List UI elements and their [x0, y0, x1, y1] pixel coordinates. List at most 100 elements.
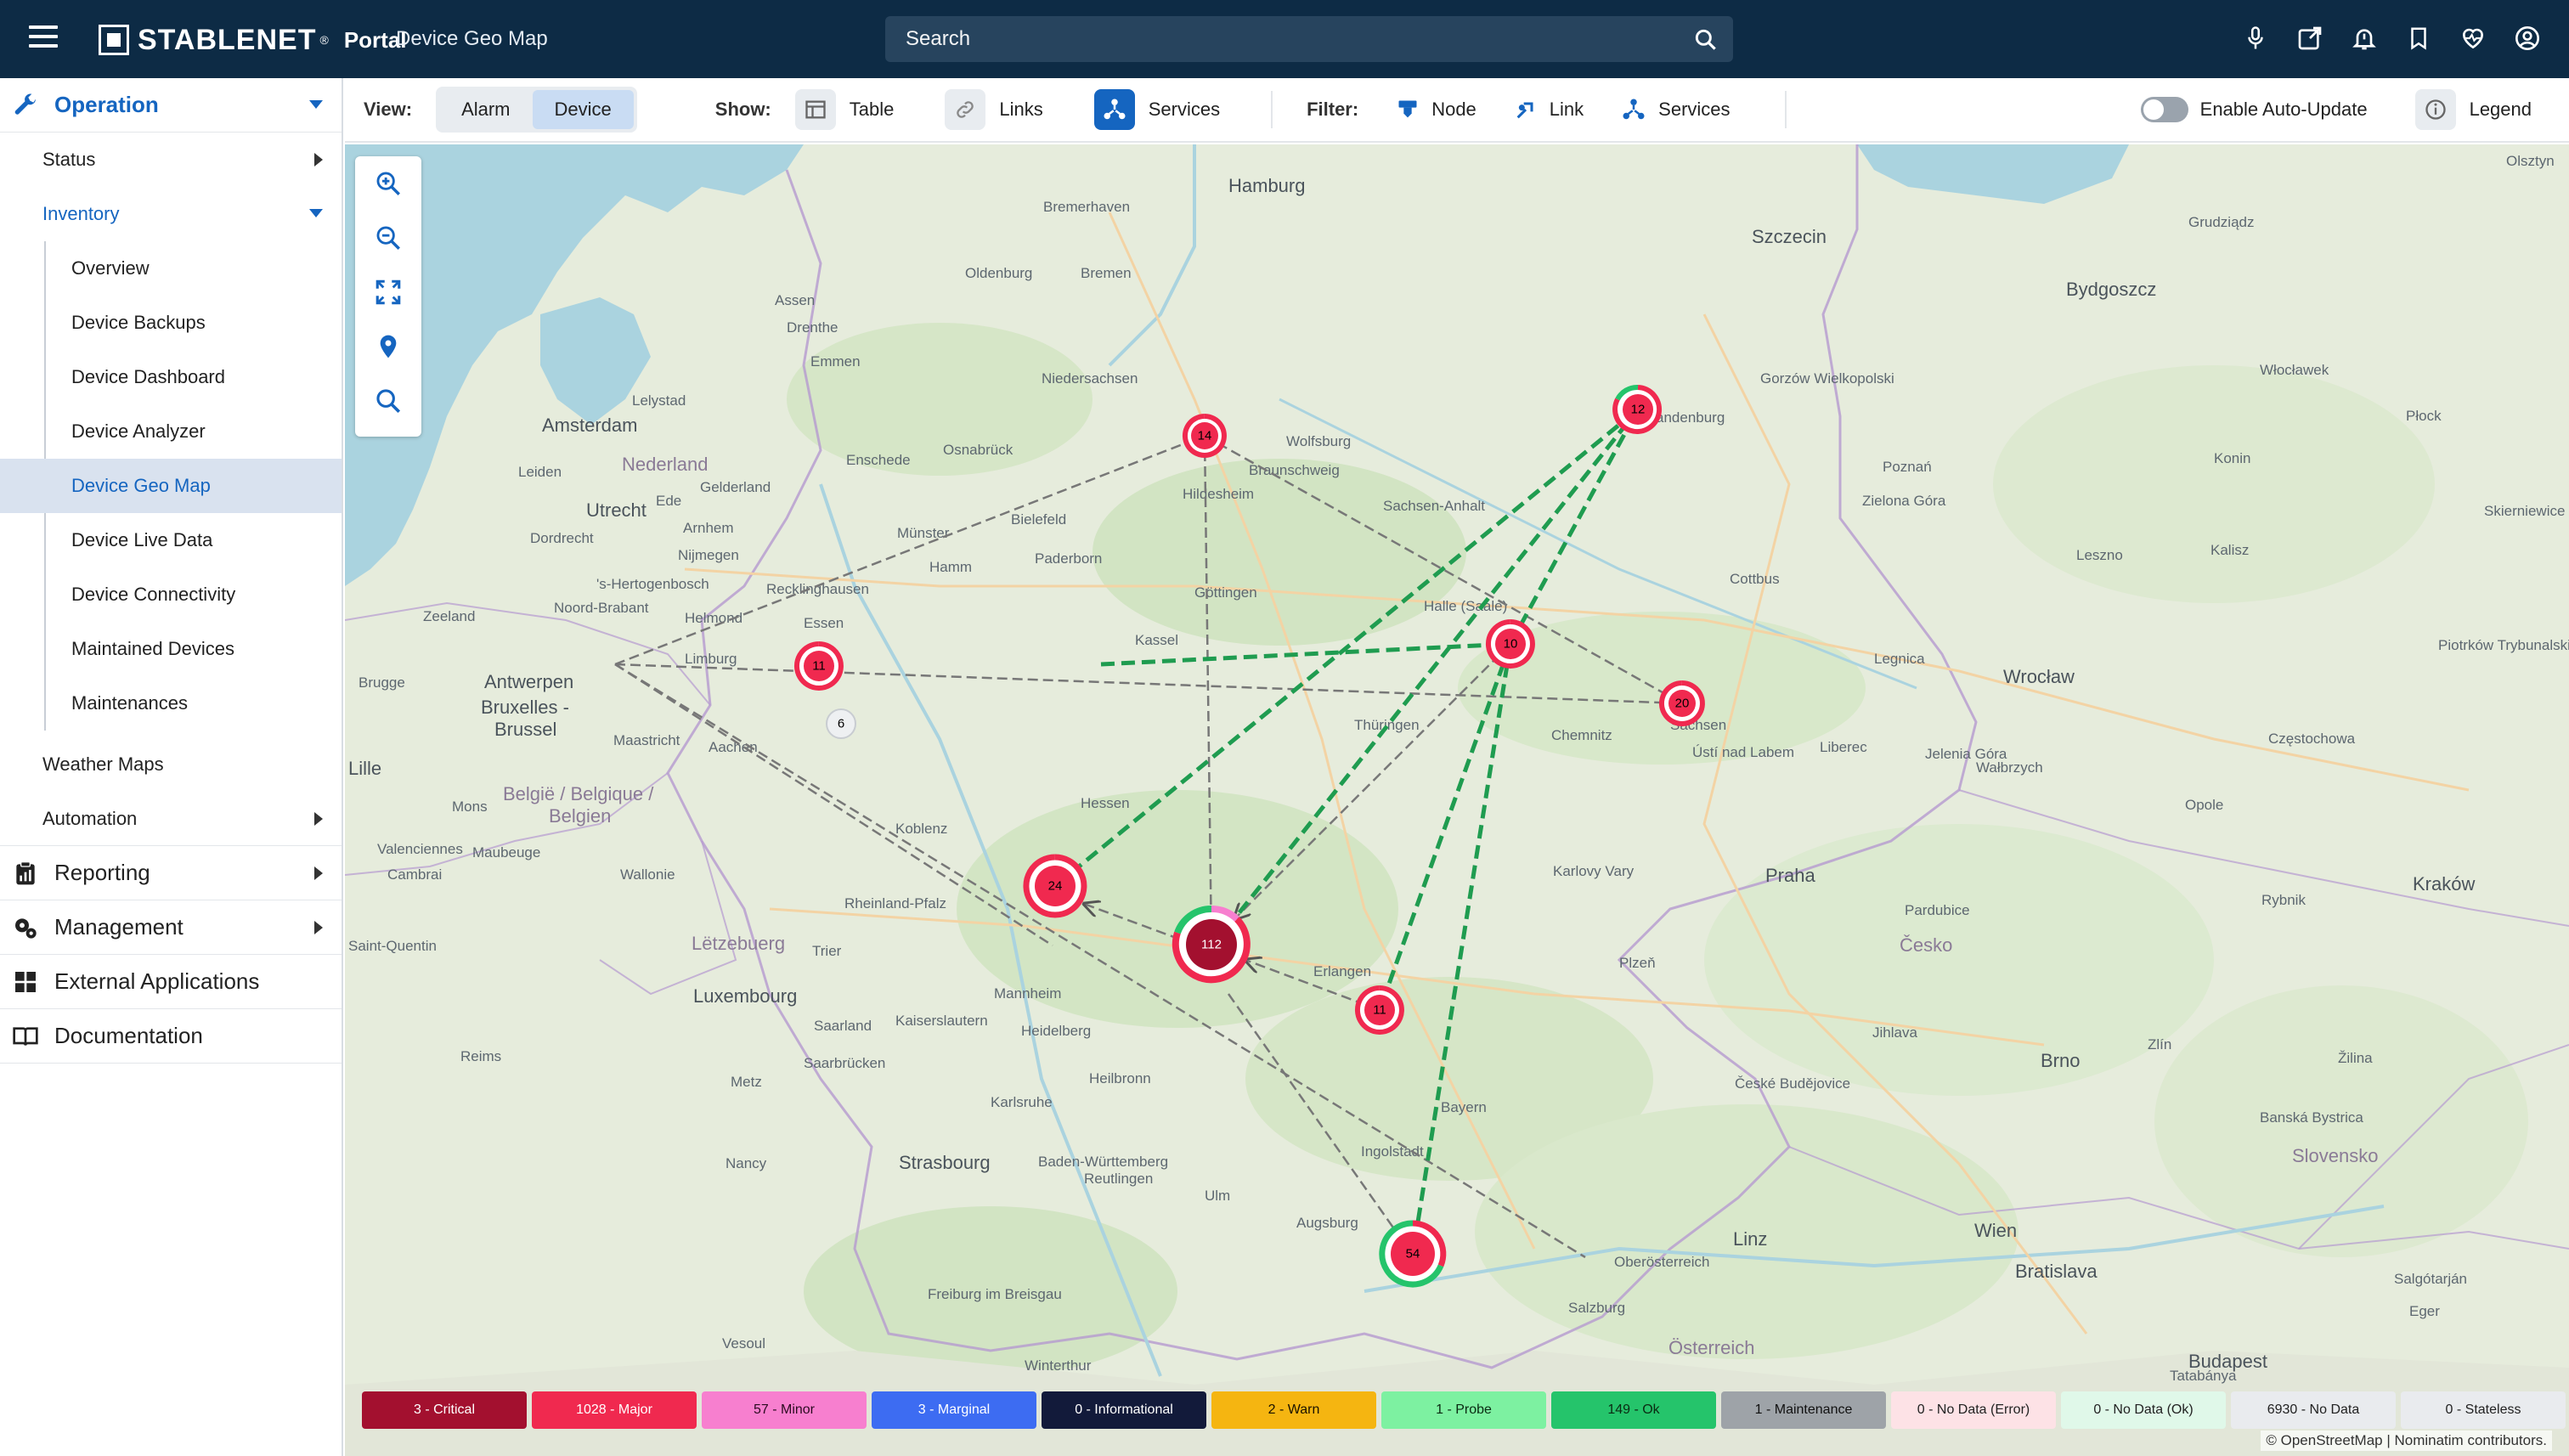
- chevron-right-icon: [314, 921, 323, 934]
- legend-label: Legend: [2469, 99, 2532, 120]
- sidebar-management[interactable]: Management: [0, 900, 342, 955]
- show-links-button[interactable]: Links: [945, 89, 1043, 130]
- bookmark-icon[interactable]: [2402, 22, 2435, 54]
- node-count: 6: [838, 717, 844, 731]
- node-hannover[interactable]: 14: [1182, 414, 1227, 458]
- node-nuernberg[interactable]: 11: [1354, 985, 1404, 1035]
- search-icon[interactable]: [1692, 26, 1719, 54]
- filter-services-button[interactable]: Services: [1621, 97, 1731, 122]
- sidebar-item-device-analyzer[interactable]: Device Analyzer: [0, 404, 342, 459]
- sidebar-external-applications[interactable]: External Applications: [0, 955, 342, 1009]
- legend-chip[interactable]: 1028 - Major: [532, 1391, 697, 1429]
- sidebar-item-inventory[interactable]: Inventory: [0, 187, 342, 241]
- info-icon: [2414, 89, 2456, 130]
- legend-chip[interactable]: 0 - No Data (Error): [1891, 1391, 2056, 1429]
- sidebar-item-maintenances[interactable]: Maintenances: [0, 676, 342, 731]
- link-line[interactable]: [614, 663, 1053, 947]
- search-input[interactable]: [906, 16, 1670, 62]
- filter-node-label: Node: [1431, 99, 1476, 120]
- sidebar-item-status[interactable]: Status: [0, 133, 342, 187]
- service-link-line[interactable]: [1410, 643, 1513, 1255]
- legend-button[interactable]: Legend: [2414, 89, 2532, 130]
- sidebar-item-device-connectivity[interactable]: Device Connectivity: [0, 567, 342, 622]
- legend-chip[interactable]: 3 - Critical: [362, 1391, 527, 1429]
- node-berlin[interactable]: 12: [1612, 385, 1662, 434]
- fit-to-screen-button[interactable]: [355, 265, 421, 319]
- auto-update-toggle[interactable]: [2140, 97, 2188, 122]
- microphone-icon[interactable]: [2239, 22, 2272, 54]
- node-frankfurt[interactable]: 24: [1023, 854, 1087, 918]
- filter-node-button[interactable]: Node: [1396, 98, 1476, 121]
- sidebar-item-device-live-data[interactable]: Device Live Data: [0, 513, 342, 567]
- map-attribution[interactable]: © OpenStreetMap | Nominatim contributors…: [2261, 1431, 2552, 1451]
- legend-chip[interactable]: 0 - Stateless: [2401, 1391, 2566, 1429]
- node-wuerzburg[interactable]: 112: [1172, 905, 1251, 984]
- map-search-button[interactable]: [355, 374, 421, 428]
- link-line[interactable]: [614, 434, 1205, 666]
- zoom-out-button[interactable]: [355, 211, 421, 265]
- link-line[interactable]: [1234, 643, 1511, 919]
- sidebar-item-maintained-devices[interactable]: Maintained Devices: [0, 622, 342, 676]
- stablenet-logo[interactable]: STABLENET ® Portal: [99, 24, 407, 56]
- sidebar-item-automation[interactable]: Automation: [0, 792, 342, 846]
- node-duesseldorf[interactable]: 11: [793, 641, 844, 691]
- node-count: 11: [1373, 1003, 1386, 1018]
- service-link-line[interactable]: [1377, 643, 1513, 1011]
- sidebar-reporting[interactable]: Reporting: [0, 846, 342, 900]
- zoom-in-button[interactable]: [355, 156, 421, 211]
- node-count: 11: [812, 659, 826, 674]
- show-services-label: Services: [1148, 99, 1221, 120]
- sidebar-item-device-dashboard[interactable]: Device Dashboard: [0, 350, 342, 404]
- filter-services-label: Services: [1658, 99, 1731, 120]
- sidebar-item-overview[interactable]: Overview: [0, 241, 342, 296]
- link-icon: [945, 89, 986, 130]
- legend-chip[interactable]: 1 - Maintenance: [1721, 1391, 1886, 1429]
- node-leipzig[interactable]: 10: [1485, 619, 1535, 669]
- locate-button[interactable]: [355, 319, 421, 374]
- link-line[interactable]: [1203, 435, 1213, 945]
- export-icon[interactable]: [2294, 22, 2326, 54]
- brand-name: STABLENET: [138, 23, 317, 56]
- services-network-icon: [1093, 89, 1135, 130]
- alarm-bell-icon[interactable]: [2348, 22, 2380, 54]
- legend-chip[interactable]: 1 - Probe: [1381, 1391, 1546, 1429]
- zoom-in-icon: [376, 172, 400, 195]
- legend-chip[interactable]: 149 - Ok: [1551, 1391, 1716, 1429]
- legend-chip[interactable]: 6930 - No Data: [2231, 1391, 2396, 1429]
- sidebar-item-device-backups[interactable]: Device Backups: [0, 296, 342, 350]
- node-muenchen[interactable]: 54: [1379, 1220, 1447, 1288]
- link-line[interactable]: [614, 663, 1586, 1259]
- sidebar-item-weather-maps[interactable]: Weather Maps: [0, 737, 342, 792]
- sidebar-operation[interactable]: Operation: [0, 78, 342, 133]
- legend-chip[interactable]: 0 - No Data (Ok): [2061, 1391, 2226, 1429]
- view-alarm-button[interactable]: Alarm: [439, 90, 532, 129]
- health-heart-icon[interactable]: [2457, 22, 2489, 54]
- legend-chip[interactable]: 57 - Minor: [702, 1391, 867, 1429]
- sidebar-documentation[interactable]: Documentation: [0, 1009, 342, 1064]
- node-koeln[interactable]: 6: [826, 708, 856, 739]
- geo-map[interactable]: Hamburg Bremerhaven Bremen Oldenburg Ass…: [345, 144, 2569, 1456]
- node-count: 12: [1631, 403, 1646, 417]
- view-device-button[interactable]: Device: [532, 90, 634, 129]
- node-dresden[interactable]: 20: [1658, 680, 1705, 726]
- map-tools-panel: [355, 156, 421, 437]
- sidebar-item-device-geo-map[interactable]: Device Geo Map: [0, 459, 342, 513]
- filter-link-button[interactable]: Link: [1514, 98, 1584, 121]
- service-link-line[interactable]: [1508, 408, 1640, 646]
- service-link-line[interactable]: [1212, 408, 1640, 946]
- chevron-down-icon: [309, 100, 323, 109]
- search-box[interactable]: [885, 16, 1733, 62]
- search-icon: [376, 389, 401, 414]
- legend-chip[interactable]: 3 - Marginal: [872, 1391, 1036, 1429]
- show-table-button[interactable]: Table: [794, 89, 894, 130]
- menu-icon[interactable]: [29, 25, 58, 49]
- account-circle-icon[interactable]: [2511, 22, 2544, 54]
- chevron-right-icon: [314, 866, 323, 880]
- toolbar-divider: [1784, 91, 1787, 128]
- service-link-line[interactable]: [1053, 408, 1640, 888]
- legend-chip[interactable]: 2 - Warn: [1211, 1391, 1376, 1429]
- legend-chip[interactable]: 0 - Informational: [1042, 1391, 1206, 1429]
- show-services-button[interactable]: Services: [1093, 89, 1221, 130]
- sidebar-status-label: Status: [42, 149, 96, 170]
- link-line[interactable]: [614, 663, 1683, 705]
